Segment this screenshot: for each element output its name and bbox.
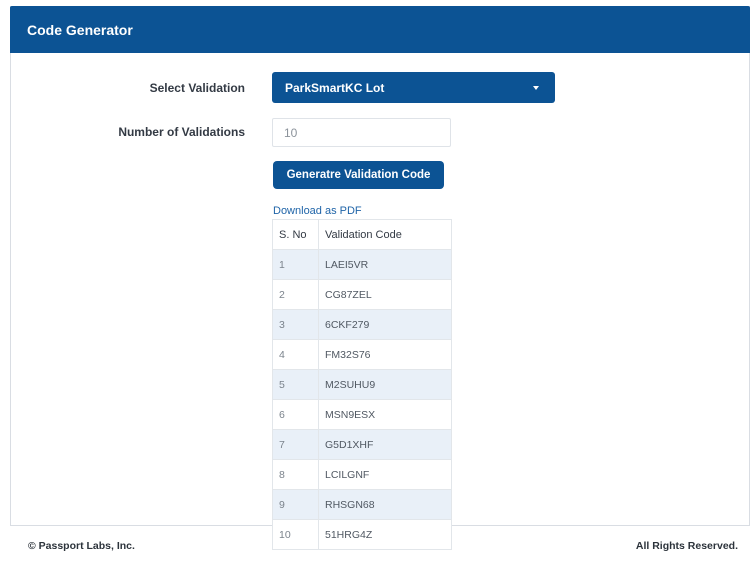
row-code: MSN9ESX bbox=[318, 399, 452, 430]
row-code: 51HRG4Z bbox=[318, 519, 452, 550]
validation-select-value: ParkSmartKC Lot bbox=[285, 81, 385, 95]
number-of-validations-label: Number of Validations bbox=[118, 125, 245, 139]
column-header-sno: S. No bbox=[272, 219, 319, 250]
row-code: M2SUHU9 bbox=[318, 369, 452, 400]
validation-select[interactable]: ParkSmartKC Lot bbox=[272, 72, 555, 103]
row-code: LAEI5VR bbox=[318, 249, 452, 280]
select-validation-label: Select Validation bbox=[149, 81, 245, 95]
row-sno: 3 bbox=[272, 309, 319, 340]
row-code: G5D1XHF bbox=[318, 429, 452, 460]
row-sno: 10 bbox=[272, 519, 319, 550]
row-sno: 9 bbox=[272, 489, 319, 520]
table-row: 5 M2SUHU9 bbox=[272, 369, 452, 400]
row-sno: 7 bbox=[272, 429, 319, 460]
row-sno: 2 bbox=[272, 279, 319, 310]
panel-title: Code Generator bbox=[10, 6, 750, 53]
row-sno: 8 bbox=[272, 459, 319, 490]
validation-codes-table: S. No Validation Code 1 LAEI5VR 2 CG87ZEL … bbox=[272, 219, 452, 550]
table-row: 2 CG87ZEL bbox=[272, 279, 452, 310]
download-pdf-link[interactable]: Download as PDF bbox=[273, 205, 362, 217]
row-code: LCILGNF bbox=[318, 459, 452, 490]
number-of-validations-input[interactable] bbox=[272, 118, 451, 147]
table-row: 6 MSN9ESX bbox=[272, 399, 452, 430]
row-sno: 5 bbox=[272, 369, 319, 400]
row-sno: 6 bbox=[272, 399, 319, 430]
table-row: 10 51HRG4Z bbox=[272, 519, 452, 550]
table-row: 3 6CKF279 bbox=[272, 309, 452, 340]
row-code: FM32S76 bbox=[318, 339, 452, 370]
table-row: 8 LCILGNF bbox=[272, 459, 452, 490]
footer-copyright: © Passport Labs, Inc. bbox=[28, 540, 135, 552]
caret-down-icon bbox=[533, 86, 539, 90]
row-code: RHSGN68 bbox=[318, 489, 452, 520]
table-row: 4 FM32S76 bbox=[272, 339, 452, 370]
table-row: 1 LAEI5VR bbox=[272, 249, 452, 280]
row-sno: 1 bbox=[272, 249, 319, 280]
row-code: 6CKF279 bbox=[318, 309, 452, 340]
table-row: 7 G5D1XHF bbox=[272, 429, 452, 460]
row-code: CG87ZEL bbox=[318, 279, 452, 310]
column-header-validation-code: Validation Code bbox=[318, 219, 452, 250]
generate-validation-code-button[interactable]: Generatre Validation Code bbox=[273, 161, 444, 189]
table-header-row: S. No Validation Code bbox=[272, 219, 452, 250]
row-sno: 4 bbox=[272, 339, 319, 370]
footer-rights: All Rights Reserved. bbox=[635, 540, 738, 552]
table-row: 9 RHSGN68 bbox=[272, 489, 452, 520]
